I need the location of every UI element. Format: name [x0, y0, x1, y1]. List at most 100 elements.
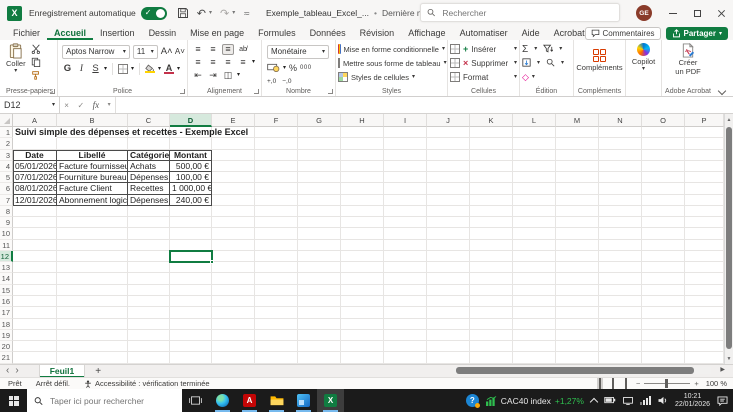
row-header-11[interactable]: 11 — [0, 240, 13, 251]
cell-F16[interactable] — [255, 296, 298, 307]
cell-M10[interactable] — [556, 228, 599, 239]
cell-K19[interactable] — [470, 330, 513, 341]
cut-icon[interactable] — [29, 42, 44, 55]
cell-M12[interactable] — [556, 251, 599, 262]
cell-M16[interactable] — [556, 296, 599, 307]
cell-G12[interactable] — [298, 251, 341, 262]
select-all-corner[interactable] — [0, 114, 13, 127]
percent-style-icon[interactable]: % — [289, 63, 297, 73]
cell-N13[interactable] — [599, 262, 642, 273]
cell-F9[interactable] — [255, 217, 298, 228]
cell-O2[interactable] — [642, 138, 685, 149]
collapse-ribbon-icon[interactable] — [718, 87, 726, 95]
cell-F5[interactable] — [255, 172, 298, 183]
cell-G19[interactable] — [298, 330, 341, 341]
fill-handle[interactable] — [210, 260, 214, 264]
cell-G1[interactable] — [298, 127, 341, 138]
cell-H1[interactable] — [341, 127, 384, 138]
cell-H10[interactable] — [341, 228, 384, 239]
cell-O8[interactable] — [642, 206, 685, 217]
cell-L10[interactable] — [513, 228, 556, 239]
cell-I12[interactable] — [384, 251, 427, 262]
excel-app-icon[interactable]: X — [7, 6, 22, 21]
cell-I17[interactable] — [384, 307, 427, 318]
cell-H12[interactable] — [341, 251, 384, 262]
align-left-icon[interactable]: ≡ — [192, 57, 204, 68]
clear-icon[interactable]: ◇ — [522, 72, 529, 83]
cell-H19[interactable] — [341, 330, 384, 341]
cell-L3[interactable] — [513, 150, 556, 161]
cell-J8[interactable] — [427, 206, 470, 217]
cell-G18[interactable] — [298, 319, 341, 330]
cell-G10[interactable] — [298, 228, 341, 239]
orientation-icon[interactable]: ab̸ — [237, 44, 249, 55]
cell-K21[interactable] — [470, 352, 513, 363]
cell-J18[interactable] — [427, 319, 470, 330]
cell-C20[interactable] — [128, 341, 170, 352]
tab-affichage[interactable]: Affichage — [401, 26, 452, 40]
cell-J14[interactable] — [427, 273, 470, 284]
cell-B5[interactable]: Fourniture bureau — [57, 172, 128, 183]
cell-M6[interactable] — [556, 183, 599, 194]
cell-O6[interactable] — [642, 183, 685, 194]
cell-J17[interactable] — [427, 307, 470, 318]
create-pdf-button[interactable]: Créer un PDF — [664, 42, 712, 78]
cell-N7[interactable] — [599, 195, 642, 206]
format-cells-button[interactable]: Format▾ — [450, 70, 517, 84]
cell-B3[interactable]: Libellé — [57, 150, 128, 161]
cell-J3[interactable] — [427, 150, 470, 161]
tab-accueil[interactable]: Accueil — [47, 26, 93, 40]
row-header-14[interactable]: 14 — [0, 273, 13, 284]
cell-K7[interactable] — [470, 195, 513, 206]
find-select-icon[interactable] — [546, 58, 555, 69]
column-header-D[interactable]: D — [170, 114, 212, 127]
chevron-down-icon[interactable]: ▾ — [237, 72, 240, 78]
cell-J20[interactable] — [427, 341, 470, 352]
cell-M17[interactable] — [556, 307, 599, 318]
copilot-button[interactable]: Copilot ▾ — [628, 42, 659, 73]
decrease-decimal-icon[interactable]: −,0 — [282, 78, 291, 85]
cell-A4[interactable]: 05/01/2026 — [13, 161, 57, 172]
cell-P15[interactable] — [685, 285, 724, 296]
cell-N12[interactable] — [599, 251, 642, 262]
row-header-19[interactable]: 19 — [0, 330, 13, 341]
cell-G7[interactable] — [298, 195, 341, 206]
number-format-select[interactable]: Monétaire▾ — [267, 45, 329, 59]
chevron-down-icon[interactable]: ▾ — [209, 10, 212, 16]
network-icon[interactable] — [640, 396, 651, 405]
cell-B16[interactable] — [57, 296, 128, 307]
cell-H21[interactable] — [341, 352, 384, 363]
cell-E8[interactable] — [212, 206, 255, 217]
cell-I4[interactable] — [384, 161, 427, 172]
taskbar-acrobat[interactable]: A — [236, 389, 263, 412]
cell-P17[interactable] — [685, 307, 724, 318]
cell-E14[interactable] — [212, 273, 255, 284]
italic-button[interactable]: I — [76, 64, 87, 74]
zoom-out-icon[interactable]: − — [636, 379, 640, 388]
delete-cells-button[interactable]: ×Supprimer▾ — [450, 56, 517, 70]
cell-P11[interactable] — [685, 240, 724, 251]
cell-B7[interactable]: Abonnement logiciel — [57, 195, 128, 206]
cell-C13[interactable] — [128, 262, 170, 273]
horizontal-scrollbar[interactable] — [453, 367, 711, 374]
cell-P12[interactable] — [685, 251, 724, 262]
cell-J10[interactable] — [427, 228, 470, 239]
column-header-B[interactable]: B — [57, 114, 128, 127]
chevron-down-icon[interactable]: ▾ — [252, 59, 255, 65]
cell-D8[interactable] — [170, 206, 212, 217]
row-header-9[interactable]: 9 — [0, 217, 13, 228]
column-header-L[interactable]: L — [513, 114, 556, 127]
cell-N16[interactable] — [599, 296, 642, 307]
cell-A5[interactable]: 07/01/2026 — [13, 172, 57, 183]
cell-I10[interactable] — [384, 228, 427, 239]
row-header-12[interactable]: 12 — [0, 251, 13, 262]
cell-H18[interactable] — [341, 319, 384, 330]
cell-L13[interactable] — [513, 262, 556, 273]
cell-O19[interactable] — [642, 330, 685, 341]
cell-H16[interactable] — [341, 296, 384, 307]
cell-A6[interactable]: 08/01/2026 — [13, 183, 57, 194]
cell-G3[interactable] — [298, 150, 341, 161]
cell-G16[interactable] — [298, 296, 341, 307]
cell-C18[interactable] — [128, 319, 170, 330]
chevron-down-icon[interactable]: ▾ — [177, 66, 180, 72]
